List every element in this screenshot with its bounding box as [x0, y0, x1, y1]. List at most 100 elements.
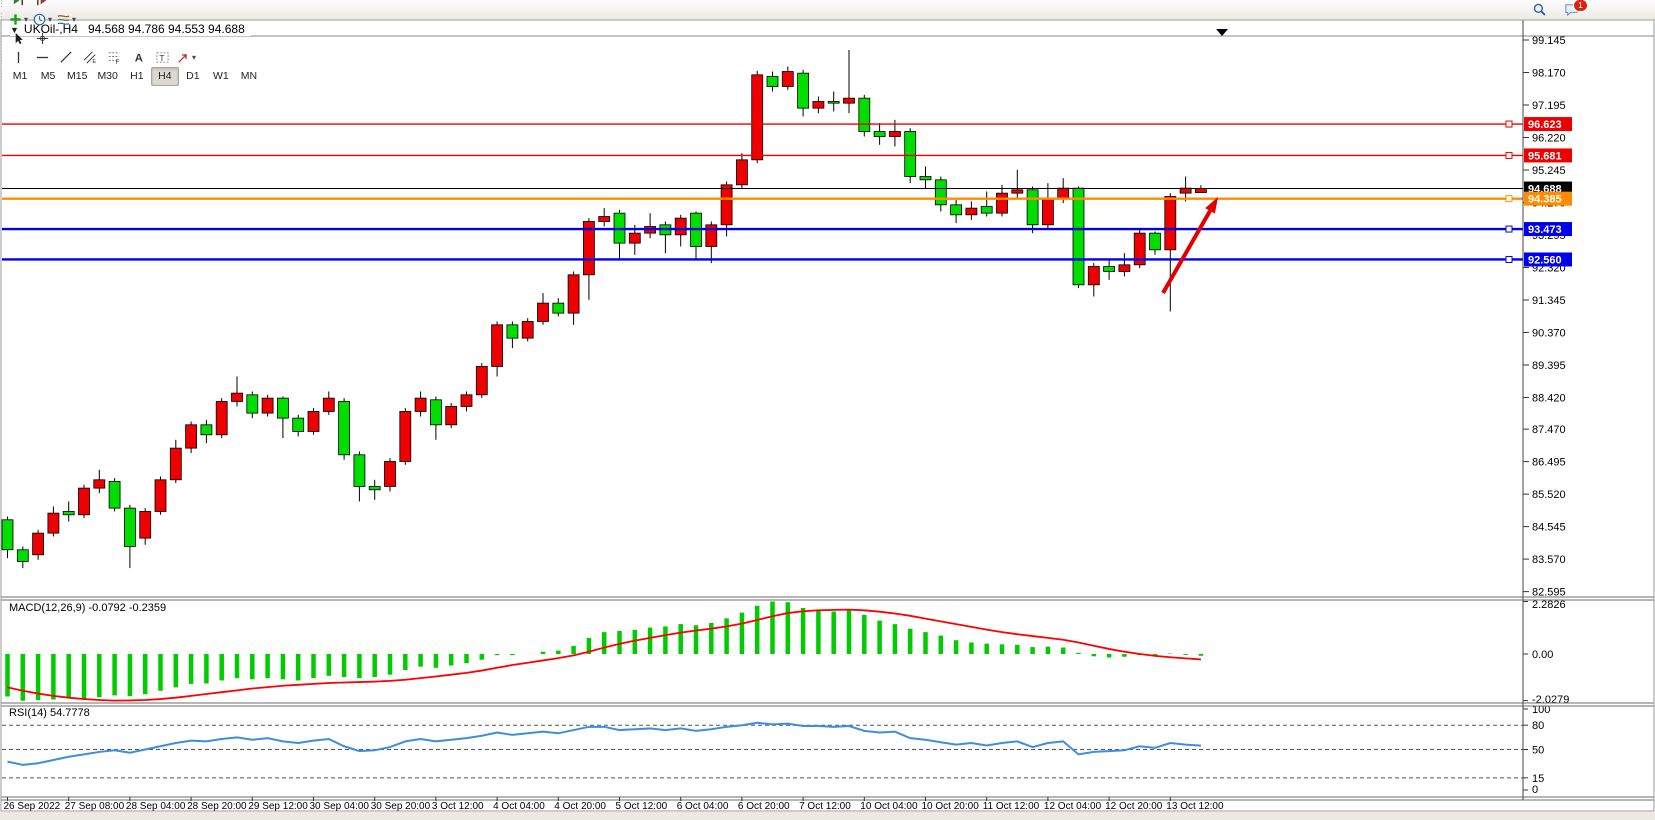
channel-icon: E: [83, 50, 98, 65]
x-axis-label: 30 Sep 04:00: [310, 801, 370, 812]
support-line-2-handle[interactable]: [1506, 256, 1512, 262]
candle: [476, 363, 487, 398]
auto-scroll-button[interactable]: [6, 0, 30, 10]
y-axis-tick: 90.370: [1532, 327, 1566, 339]
label-icon: T: [155, 50, 170, 65]
timeframe-m1[interactable]: M1: [6, 67, 34, 86]
timeframe-d1[interactable]: D1: [179, 67, 207, 86]
search-button[interactable]: [1527, 0, 1551, 19]
timeframe-w1-label: W1: [210, 70, 232, 82]
timeframe-m30[interactable]: M30: [92, 67, 122, 86]
window-bottom-edge: [0, 812, 1655, 820]
cursor-icon: [11, 31, 26, 46]
price-badge-text: 94.385: [1528, 194, 1562, 206]
timeframe-m5-label: M5: [38, 70, 59, 82]
rsi-value: 54.7778: [50, 707, 90, 719]
timeframe-m1-label: M1: [10, 70, 31, 82]
x-axis-label: 5 Oct 12:00: [616, 801, 668, 812]
search-icon: [1532, 2, 1547, 17]
x-axis-label: 13 Oct 12:00: [1166, 801, 1224, 812]
crosshair-button[interactable]: [30, 29, 54, 48]
timeframe-m15[interactable]: M15: [62, 67, 92, 86]
trendline-button[interactable]: [54, 48, 78, 67]
indicators-icon: [8, 12, 23, 27]
channel-button[interactable]: E: [78, 48, 102, 67]
price-badge-text: 95.681: [1528, 150, 1562, 162]
svg-text:T: T: [159, 52, 164, 62]
y-axis-tick: 98.170: [1532, 67, 1566, 79]
x-axis-label: 4 Oct 20:00: [554, 801, 606, 812]
x-axis-label: 29 Sep 12:00: [248, 801, 308, 812]
timeframe-h1-label: H1: [127, 70, 146, 82]
toolbar-group-6: E F AT ▾: [0, 48, 265, 67]
vertical-line-button[interactable]: [6, 48, 30, 67]
candle: [400, 408, 411, 465]
timeframe-m5[interactable]: M5: [34, 67, 62, 86]
vline-icon: [11, 50, 26, 65]
templates-icon: [56, 12, 71, 27]
label-button[interactable]: T: [150, 48, 174, 67]
hline-icon: [35, 50, 50, 65]
chart-canvas: 99.14598.17097.19596.22095.24594.27093.2…: [0, 0, 1655, 820]
resistance-line-1-badge: 96.623: [1524, 117, 1572, 131]
chevron-down-icon: ▾: [24, 15, 28, 24]
rsi-scale-tick: 80: [1532, 720, 1544, 732]
macd-values: -0.0792 -0.2359: [88, 602, 166, 614]
macd-scale-tick: 0.00: [1532, 649, 1553, 661]
toolbar-group-5: [0, 29, 265, 48]
x-axis-label: 28 Sep 20:00: [187, 801, 247, 812]
candle: [109, 478, 120, 511]
rsi-indicator-label: RSI(14) 54.7778: [9, 707, 95, 719]
timeframe-h4[interactable]: H4: [151, 67, 179, 86]
candle: [155, 476, 166, 514]
resistance-line-1-handle[interactable]: [1506, 121, 1512, 127]
horizontal-line-button[interactable]: [30, 48, 54, 67]
rsi-scale-tick: 50: [1532, 745, 1544, 757]
timeframe-h4-label: H4: [155, 70, 174, 82]
resistance-line-2-handle[interactable]: [1506, 152, 1512, 158]
toolbar-groups: 新订单自动交易▾▾▾EFAT▾M1M5M15M30H1H4D1W1MN: [0, 0, 265, 86]
x-axis-label: 7 Oct 12:00: [799, 801, 851, 812]
cursor-button[interactable]: [6, 29, 30, 48]
chevron-down-icon: ▾: [192, 53, 196, 62]
resistance-line-2-badge: 95.681: [1524, 148, 1572, 162]
pivot-line-handle[interactable]: [1506, 196, 1512, 202]
auto-scroll-icon: [11, 0, 26, 8]
periods-button[interactable]: ▾: [30, 10, 54, 29]
candle: [262, 395, 273, 417]
indicators-button[interactable]: ▾: [6, 10, 30, 29]
x-axis-label: 12 Oct 20:00: [1105, 801, 1163, 812]
timeframe-h1[interactable]: H1: [123, 67, 151, 86]
fibonacci-button[interactable]: F: [102, 48, 126, 67]
y-axis-tick: 88.420: [1532, 392, 1566, 404]
svg-text:F: F: [115, 59, 119, 65]
candle: [859, 95, 870, 137]
macd-name: MACD(12,26,9): [9, 602, 85, 614]
x-axis-label: 10 Oct 04:00: [860, 801, 918, 812]
trendline-icon: [59, 50, 74, 65]
text-button[interactable]: A: [126, 48, 150, 67]
chart-shift-button[interactable]: [30, 0, 54, 10]
toolbar-group-4: ▾▾▾: [0, 10, 265, 29]
y-axis-tick: 91.345: [1532, 295, 1566, 307]
templates-button[interactable]: ▾: [54, 10, 78, 29]
timeframe-m15-label: M15: [64, 70, 90, 82]
candle: [752, 71, 763, 163]
x-axis-label: 11 Oct 12:00: [983, 801, 1040, 812]
y-axis-tick: 83.570: [1532, 554, 1566, 566]
chat-button[interactable]: 1: [1559, 0, 1583, 19]
macd-indicator-label: MACD(12,26,9) -0.0792 -0.2359: [9, 602, 171, 614]
x-axis-label: 27 Sep 08:00: [65, 801, 125, 812]
candle: [385, 458, 396, 491]
x-axis-label: 6 Oct 04:00: [677, 801, 729, 812]
price-badge-text: 96.623: [1528, 119, 1562, 131]
chevron-down-icon: ▾: [48, 15, 52, 24]
shapes-button[interactable]: ▾: [174, 48, 198, 67]
timeframe-mn[interactable]: MN: [235, 67, 263, 86]
support-line-1-handle[interactable]: [1506, 226, 1512, 232]
rsi-name: RSI(14): [9, 707, 47, 719]
x-axis-label: 3 Oct 12:00: [432, 801, 484, 812]
svg-text:E: E: [92, 59, 96, 65]
timeframe-w1[interactable]: W1: [207, 67, 235, 86]
x-axis-label: 26 Sep 2022: [4, 801, 61, 812]
